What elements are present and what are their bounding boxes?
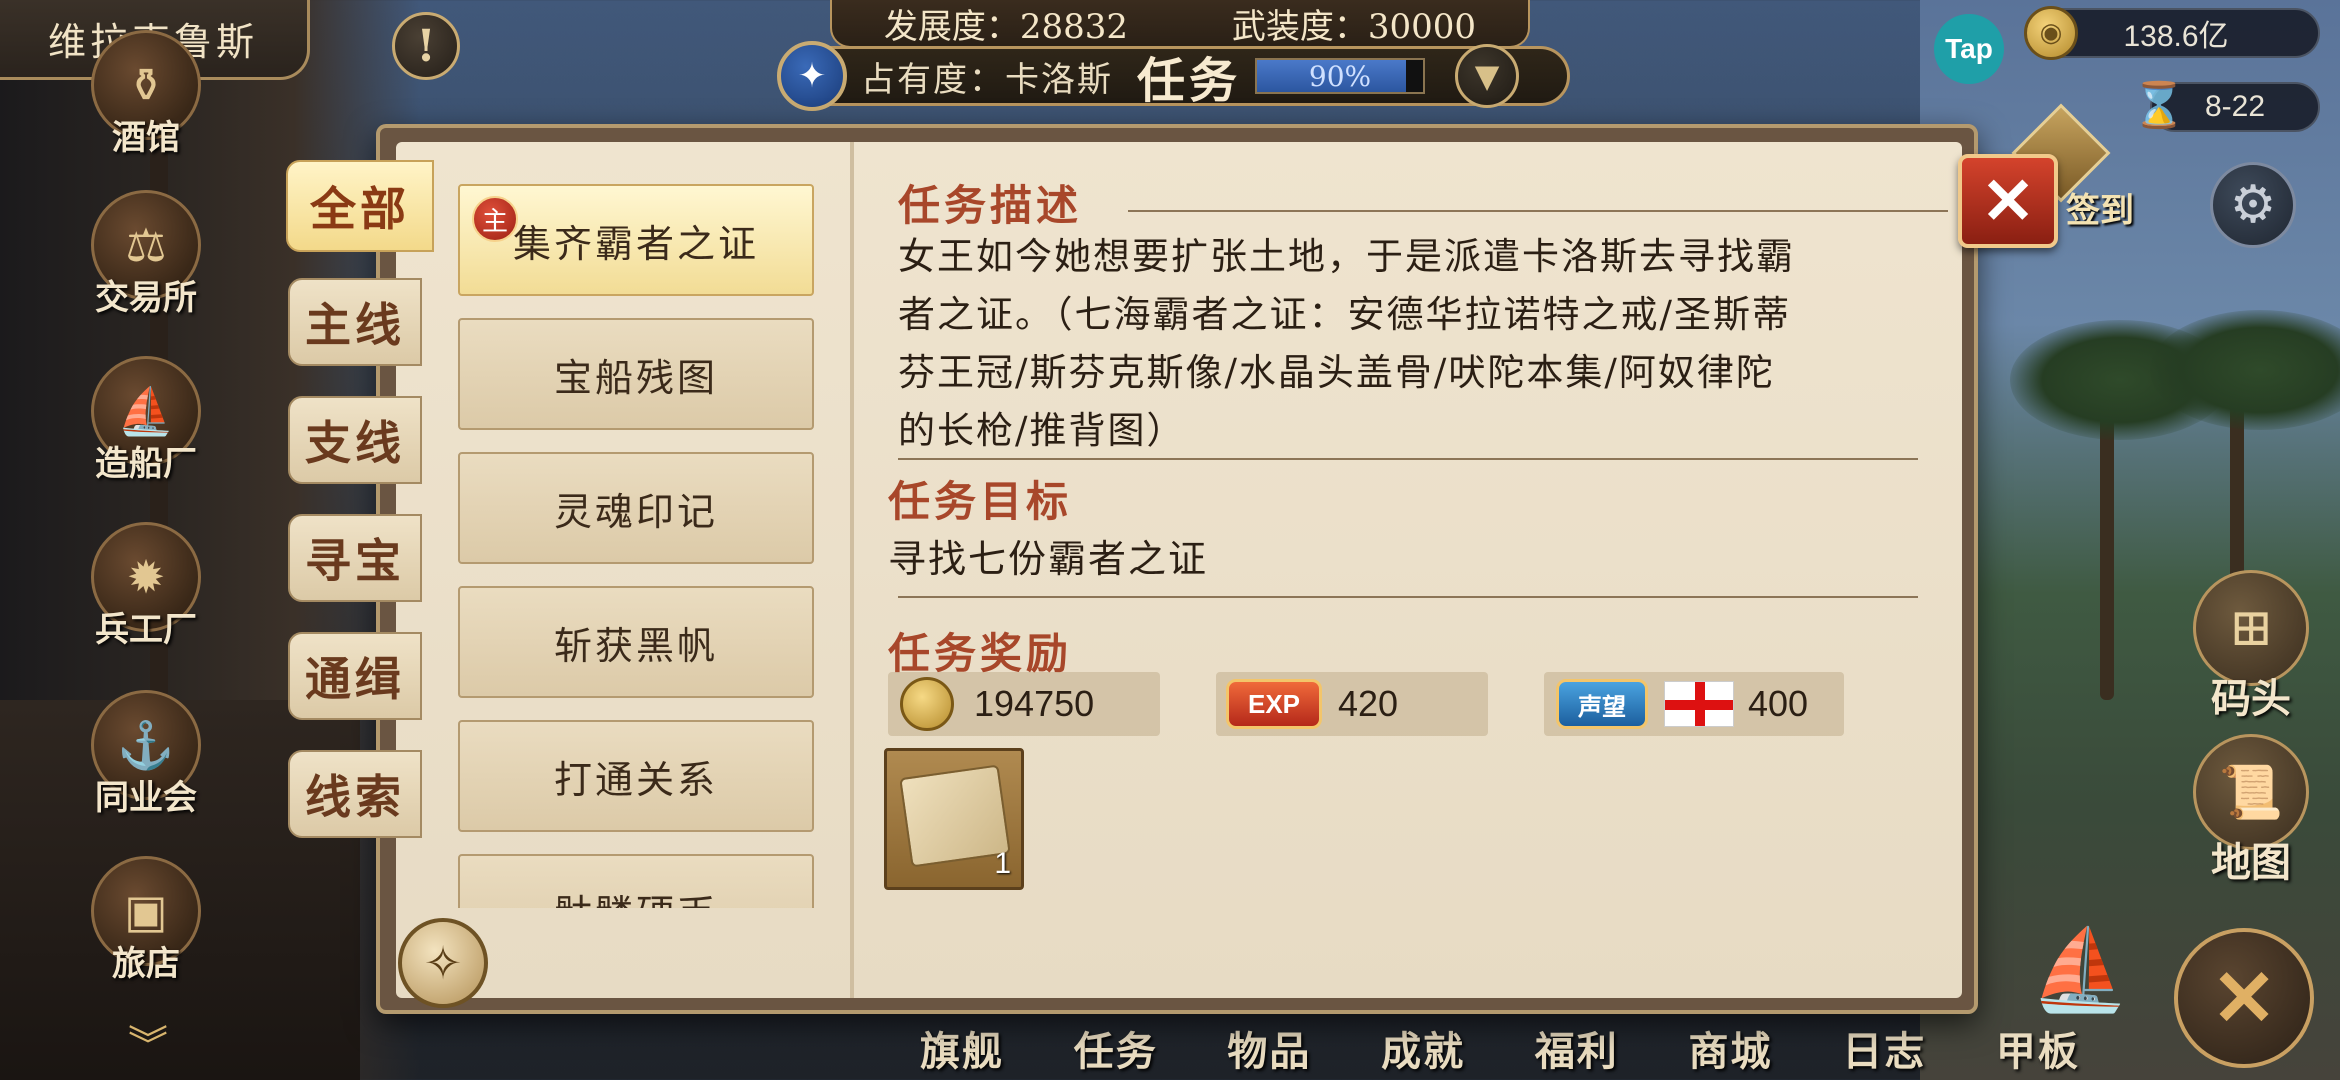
occupancy-bar: ✦ 占有度：卡洛斯 任务 90% ▼ xyxy=(777,41,1570,111)
quest-item[interactable]: 斩获黑帆 xyxy=(458,586,814,698)
description-line: 芬王冠/斯芬克斯像/水晶头盖骨/吠陀本集/阿奴律陀 xyxy=(898,351,1775,394)
dock-label: 码头 xyxy=(2211,675,2291,722)
tap-badge[interactable]: Tap xyxy=(1934,14,2004,84)
nav-shop[interactable]: 商城 xyxy=(1689,1019,1773,1077)
england-flag-icon xyxy=(1664,681,1734,727)
quest-item-title: 骷髅硬币 xyxy=(554,883,718,909)
section-divider xyxy=(1128,210,1948,212)
side-menu-label: 同业会 xyxy=(95,778,197,818)
description-title: 任务描述 xyxy=(898,181,1083,230)
gold-reward: 194750 xyxy=(888,672,1160,736)
exp-reward-value: 420 xyxy=(1338,683,1399,724)
gold-reward-value: 194750 xyxy=(974,683,1095,724)
side-menu-label: 造船厂 xyxy=(95,444,197,484)
quest-item[interactable]: 灵魂印记 xyxy=(458,452,814,564)
occupancy-label: 占有度：卡洛斯 xyxy=(861,59,1113,100)
nav-benefits[interactable]: 福利 xyxy=(1535,1019,1619,1077)
description-line: 的长枪/推背图） xyxy=(898,409,1186,452)
ship-icon[interactable]: ⛵ xyxy=(2010,920,2150,1020)
dock-button[interactable]: ⊞ 码头 xyxy=(2186,570,2316,724)
description-text: 女王如今她想要扩张土地，于是派遣卡洛斯去寻找霸 者之证。（七海霸者之证：安德华拉… xyxy=(898,228,1898,460)
reward-item-slot[interactable]: 1 xyxy=(884,748,1024,890)
exclamation-icon[interactable]: ! xyxy=(392,12,460,80)
fame-reward: 声望 400 xyxy=(1544,672,1844,736)
map-label: 地图 xyxy=(2211,839,2291,886)
quest-item-title: 宝船残图 xyxy=(553,355,718,400)
quest-item[interactable]: 打通关系 xyxy=(458,720,814,832)
crossed-swords-icon[interactable]: ✕ xyxy=(2174,928,2314,1068)
signin-label: 签到 xyxy=(2066,191,2134,231)
quest-list[interactable]: 主 集齐霸者之证 宝船残图 灵魂印记 斩获黑帆 打通关系 骷髅硬币 xyxy=(458,184,816,908)
quest-item[interactable]: 骷髅硬币 xyxy=(458,854,814,908)
occupancy-progress: 90% xyxy=(1255,58,1426,94)
tab-treasure[interactable]: 寻宝 xyxy=(288,514,422,602)
side-menu-inn[interactable]: ▣ 旅店 xyxy=(86,856,206,996)
quest-item-title: 集齐霸者之证 xyxy=(512,221,759,266)
side-menu-label: 交易所 xyxy=(95,278,197,318)
tab-all[interactable]: 全部 xyxy=(286,160,434,252)
section-divider xyxy=(898,458,1918,460)
tab-main[interactable]: 主线 xyxy=(288,278,422,366)
item-count: 1 xyxy=(994,847,1011,880)
nav-items[interactable]: 物品 xyxy=(1227,1019,1311,1077)
quest-item[interactable]: 主 集齐霸者之证 xyxy=(458,184,814,296)
occupancy-progress-text: 90% xyxy=(1308,59,1372,93)
dove-emblem-icon[interactable]: ✦ xyxy=(777,41,847,111)
gold-coin-icon xyxy=(900,677,954,731)
quest-item-title: 斩获黑帆 xyxy=(553,623,718,668)
nav-deck[interactable]: 甲板 xyxy=(1996,1019,2080,1077)
development-stat: 发展度：28832 xyxy=(883,6,1129,47)
side-menu-label: 兵工厂 xyxy=(95,610,197,650)
side-menu-guild[interactable]: ⚓ 同业会 xyxy=(86,690,206,830)
side-menu-label: 旅店 xyxy=(112,944,180,984)
side-menu-tavern[interactable]: ⚱ 酒馆 xyxy=(86,30,206,170)
date-text: 8-22 xyxy=(2204,90,2266,123)
nav-achievements[interactable]: 成就 xyxy=(1381,1019,1465,1077)
quest-item-title: 打通关系 xyxy=(553,757,718,802)
main-quest-badge: 主 xyxy=(472,196,518,242)
tab-clues[interactable]: 线索 xyxy=(288,750,422,838)
goal-title: 任务目标 xyxy=(888,477,1073,526)
gear-icon[interactable]: ⚙ xyxy=(2210,162,2296,248)
quest-item[interactable]: 宝船残图 xyxy=(458,318,814,430)
gold-amount: 138.6亿 xyxy=(2123,20,2229,53)
nav-flagship[interactable]: 旗舰 xyxy=(920,1019,1004,1077)
section-divider xyxy=(898,596,1918,598)
double-chevron-down-icon[interactable]: ︾ xyxy=(118,1012,178,1072)
close-icon[interactable]: ✕ xyxy=(1958,154,2058,248)
quest-item-title: 灵魂印记 xyxy=(553,489,718,534)
tab-side[interactable]: 支线 xyxy=(288,396,422,484)
map-button[interactable]: 📜 地图 xyxy=(2186,734,2316,888)
description-line: 女王如今她想要扩张土地，于是派遣卡洛斯去寻找霸 xyxy=(898,235,1795,278)
panel-title: 任务 xyxy=(1137,53,1242,109)
compass-icon[interactable]: ✧ xyxy=(398,918,488,1008)
side-menu-label: 酒馆 xyxy=(112,118,180,158)
panel-divider xyxy=(850,142,854,998)
nav-quest[interactable]: 任务 xyxy=(1074,1019,1158,1077)
tab-wanted[interactable]: 通缉 xyxy=(288,632,422,720)
hourglass-icon: ⌛ xyxy=(2131,80,2187,131)
side-menu-exchange[interactable]: ⚖ 交易所 xyxy=(86,190,206,330)
side-menu-arsenal[interactable]: ✹ 兵工厂 xyxy=(86,522,206,662)
armament-stat: 武装度：30000 xyxy=(1231,6,1477,47)
nav-log[interactable]: 日志 xyxy=(1842,1019,1926,1077)
chevron-down-icon[interactable]: ▼ xyxy=(1455,44,1520,108)
gold-coin-icon: ◉ xyxy=(2024,6,2078,60)
fame-icon: 声望 xyxy=(1556,679,1648,729)
stats-banner: 发展度：28832 武装度：30000 ✦ 占有度：卡洛斯 任务 90% ▼ xyxy=(760,0,1600,111)
fame-reward-value: 400 xyxy=(1748,683,1809,724)
description-line: 者之证。（七海霸者之证：安德华拉诺特之戒/圣斯蒂 xyxy=(898,293,1791,336)
bottom-nav: 旗舰 任务 物品 成就 福利 商城 日志 甲板 xyxy=(920,1016,2080,1080)
goal-text: 寻找七份霸者之证 xyxy=(888,537,1209,581)
exp-reward: EXP 420 xyxy=(1216,672,1488,736)
side-menu-shipyard[interactable]: ⛵ 造船厂 xyxy=(86,356,206,496)
exp-icon: EXP xyxy=(1226,679,1322,729)
